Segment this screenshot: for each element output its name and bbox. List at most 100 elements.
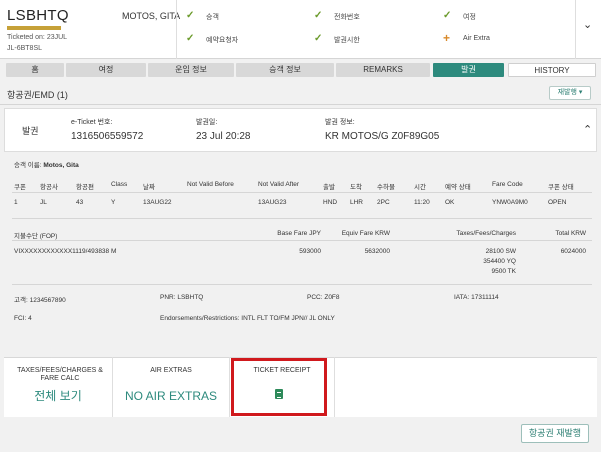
check-icon: ✓ <box>186 10 195 21</box>
fci-value: 4 <box>28 315 32 322</box>
cell-flight: 43 <box>76 199 84 206</box>
endorsements-label: Endorsements/Restrictions: <box>160 315 240 322</box>
cell-total: 6024000 <box>560 248 586 255</box>
col-departure: 출발 <box>323 184 335 191</box>
divider <box>229 357 230 417</box>
cell-baggage: 2PC <box>377 199 390 206</box>
passenger-name: MOTOS, GITA <box>122 11 181 21</box>
customer-info: 고객: 1234567890 <box>14 294 66 304</box>
pcc-value: Z0F8 <box>324 294 340 301</box>
cell-booking-status: OK <box>445 199 455 206</box>
booking-reference: JL-6BT8SL <box>7 45 43 52</box>
reissue-ticket-button[interactable]: 항공권 재발행 <box>521 424 589 443</box>
taxes-tile-title: TAXES/FEES/CHARGES & FARE CALC <box>17 367 103 382</box>
ticketed-on: Ticketed on: 23JUL <box>7 34 68 41</box>
header-divider <box>176 0 177 59</box>
iata-info: IATA: 17311114 <box>454 294 499 301</box>
divider <box>12 192 592 193</box>
tab-passenger-info[interactable]: 승객 정보 <box>236 63 334 77</box>
cell-date: 13AUG22 <box>143 199 172 206</box>
pcc-info: PCC: Z0F8 <box>307 294 340 301</box>
tab-itinerary[interactable]: 여정 <box>66 63 146 77</box>
iata-value: 17311114 <box>471 294 499 301</box>
issue-date-label: 발권일: <box>196 119 218 126</box>
header-divider <box>575 0 576 59</box>
col-coupon: 쿠폰 <box>14 184 26 191</box>
col-flight: 항공편 <box>76 184 94 191</box>
view-all-link[interactable]: 전체 보기 <box>8 387 108 404</box>
ticketing-progress-bar <box>7 26 61 30</box>
pnr-info: PNR: LSBHTQ <box>160 294 203 301</box>
cell-base-fare: 593000 <box>299 248 321 255</box>
check-icon: ✓ <box>186 33 195 44</box>
cell-fare-code: YNW0A9M0 <box>492 199 528 206</box>
col-date: 날짜 <box>143 184 155 191</box>
cell-coupon-status: OPEN <box>548 199 567 206</box>
section-title: 항공권/EMD (1) <box>7 90 68 100</box>
pnr-code: LSBHTQ <box>7 7 69 24</box>
col-fare-code: Fare Code <box>492 181 523 188</box>
divider <box>12 218 592 219</box>
customer-value: 1234567890 <box>29 297 66 304</box>
cell-arrival: LHR <box>350 199 364 206</box>
col-fop: 지불수단 (FOP) <box>14 233 58 240</box>
col-booking-status: 예약 상태 <box>445 184 471 191</box>
customer-label: 고객: <box>14 297 28 304</box>
cell-departure: HND <box>323 199 338 206</box>
reissue-dropdown-button[interactable]: 재발행 ▾ <box>549 86 591 100</box>
tab-fare-info[interactable]: 운임 정보 <box>148 63 234 77</box>
cell-tax-3: 9500 TK <box>491 268 516 275</box>
tab-bar: 홈 여정 운임 정보 승객 정보 REMARKS 발권 HISTORY <box>0 60 601 80</box>
plus-icon: + <box>443 31 451 45</box>
cell-class: Y <box>111 199 116 206</box>
air-extras-value[interactable]: NO AIR EXTRAS <box>117 389 225 403</box>
issue-date: 23 Jul 20:28 <box>196 131 251 142</box>
pnr-label: PNR: <box>160 294 176 301</box>
divider <box>334 357 335 417</box>
passenger-name-label: 승객 이름: <box>14 162 42 169</box>
chevron-up-icon[interactable]: ⌃ <box>583 123 592 136</box>
cell-airline: JL <box>40 199 47 206</box>
check-icon: ✓ <box>314 33 323 44</box>
endorsements-value: INTL FLT TO/FM JPN// JL ONLY <box>241 315 335 322</box>
col-time: 시간 <box>414 184 426 191</box>
tab-history[interactable]: HISTORY <box>508 63 596 77</box>
eticket-number: 1316506559572 <box>71 131 144 142</box>
divider <box>112 357 113 417</box>
status-phone: 전화번호 <box>334 14 360 21</box>
chevron-down-icon[interactable]: ⌄ <box>583 18 592 31</box>
check-icon: ✓ <box>314 10 323 21</box>
document-icon[interactable] <box>275 389 283 399</box>
status-itinerary: 여정 <box>463 14 476 21</box>
col-airline: 항공사 <box>40 184 58 191</box>
tab-home[interactable]: 홈 <box>6 63 64 77</box>
divider <box>12 284 592 285</box>
tab-remarks[interactable]: REMARKS <box>336 63 430 77</box>
col-coupon-status: 쿠폰 상태 <box>548 184 574 191</box>
passenger-name-row: 승객 이름: Motos, Gita <box>14 159 79 169</box>
ticket-card[interactable] <box>4 108 597 152</box>
col-arrival: 도착 <box>350 184 362 191</box>
cell-tax-2: 354400 YQ <box>483 258 516 265</box>
pnr-value: LSBHTQ <box>177 294 204 301</box>
status-ticketing-deadline: 발권시한 <box>334 37 360 44</box>
cell-fop: VIXXXXXXXXXXXX1119/493838 M <box>14 248 117 255</box>
check-icon: ✓ <box>443 10 452 21</box>
air-extras-tile-title: AIR EXTRAS <box>150 367 192 374</box>
col-base-fare: Base Fare JPY <box>277 230 321 237</box>
status-requester: 예약요청자 <box>206 37 239 44</box>
divider <box>0 104 601 105</box>
col-taxes: Taxes/Fees/Charges <box>456 230 516 237</box>
col-total: Total KRW <box>555 230 586 237</box>
issue-info-label: 발권 정보: <box>325 119 355 126</box>
tab-ticketing[interactable]: 발권 <box>433 63 504 77</box>
divider <box>12 240 592 241</box>
col-equiv-fare: Equiv Fare KRW <box>341 230 390 237</box>
pcc-label: PCC: <box>307 294 323 301</box>
cell-not-valid-after: 13AUG23 <box>258 199 287 206</box>
pnr-header <box>0 0 601 59</box>
ticket-receipt-highlight <box>231 358 327 416</box>
col-baggage: 수하물 <box>377 184 395 191</box>
issue-info: KR MOTOS/G Z0F89G05 <box>325 131 440 142</box>
iata-label: IATA: <box>454 294 470 301</box>
